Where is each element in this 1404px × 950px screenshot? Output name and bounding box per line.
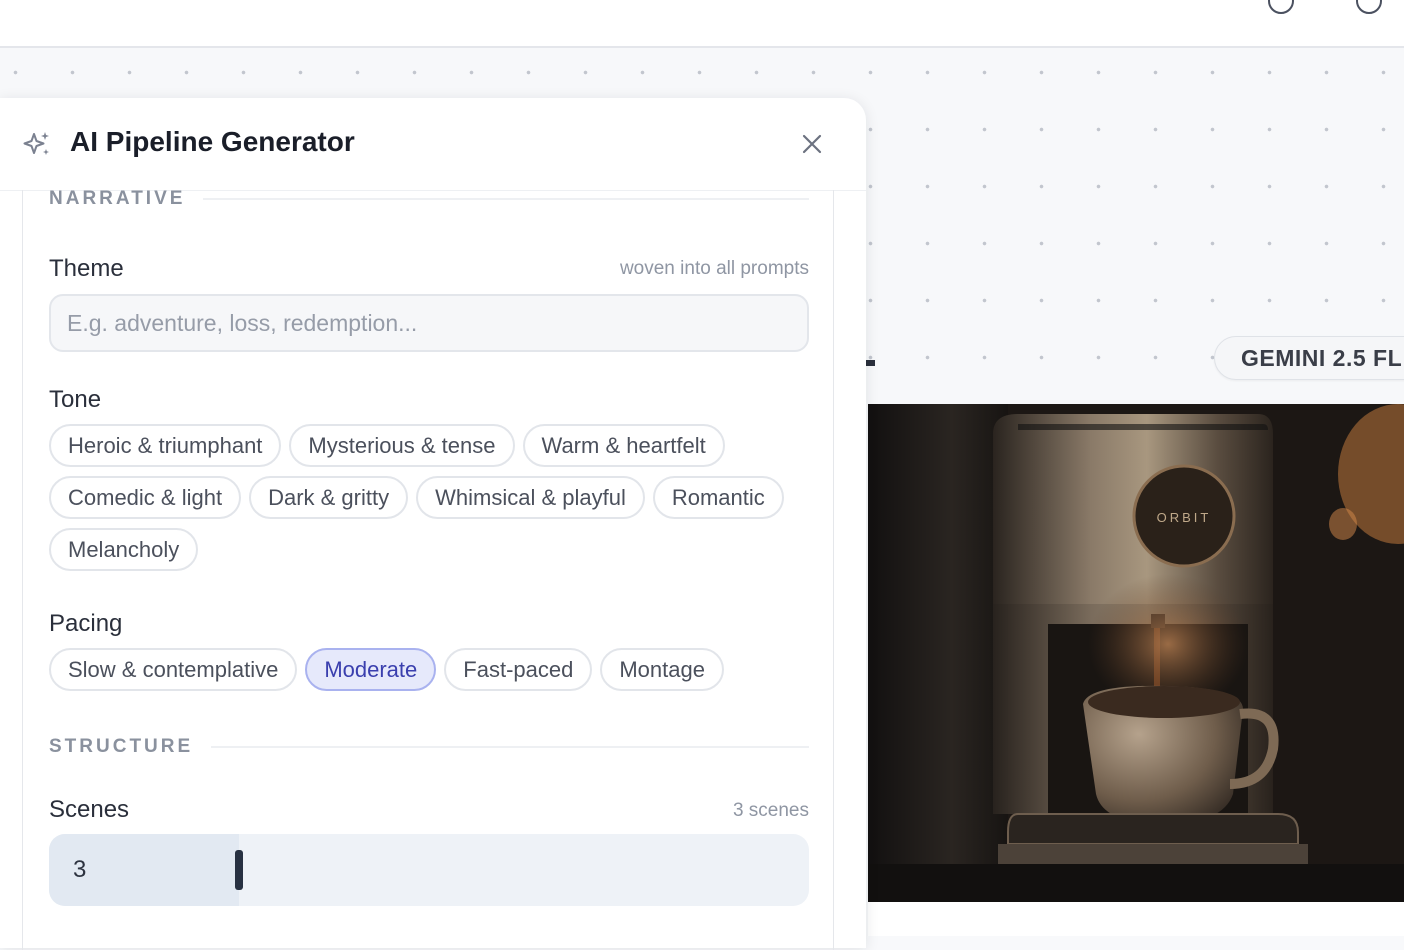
pacing-chip[interactable]: Slow & contemplative bbox=[49, 648, 298, 691]
slider-handle[interactable] bbox=[235, 850, 243, 890]
scenes-hint: 3 scenes bbox=[732, 800, 809, 821]
tone-chip[interactable]: Romantic bbox=[652, 476, 784, 519]
tone-chip[interactable]: Whimsical & playful bbox=[416, 476, 645, 519]
panel-title: AI Pipeline Generator bbox=[70, 126, 355, 157]
pacing-chip[interactable]: Montage bbox=[600, 648, 724, 691]
divider bbox=[211, 746, 809, 748]
section-label: NARRATIVE bbox=[49, 188, 186, 209]
close-icon[interactable] bbox=[798, 130, 826, 158]
coffee-machine-photo: ORBIT bbox=[868, 404, 1404, 902]
panel-content[interactable]: NARRATIVE Theme woven into all prompts T… bbox=[22, 188, 834, 950]
tone-chip[interactable]: Comedic & light bbox=[49, 476, 242, 519]
top-bar bbox=[0, 0, 1404, 48]
node-connector bbox=[866, 360, 875, 366]
sparkle-icon bbox=[23, 132, 49, 155]
theme-label: Theme bbox=[49, 255, 124, 282]
settings-icon[interactable] bbox=[1356, 0, 1382, 14]
brand-text: ORBIT bbox=[1157, 510, 1212, 525]
pacing-options: Slow & contemplative Moderate Fast-paced Mo… bbox=[49, 648, 789, 691]
scenes-label: Scenes bbox=[49, 796, 130, 823]
scenes-slider[interactable]: 3 bbox=[49, 834, 809, 906]
tone-label: Tone bbox=[49, 386, 102, 413]
section-label: STRUCTURE bbox=[49, 736, 194, 757]
tone-chip[interactable]: Dark & gritty bbox=[249, 476, 409, 519]
pacing-label: Pacing bbox=[49, 610, 123, 637]
image-preview-node[interactable]: ORBIT bbox=[868, 404, 1404, 936]
section-narrative: NARRATIVE bbox=[49, 188, 809, 210]
pacing-chip[interactable]: Moderate bbox=[305, 648, 437, 691]
tone-chip[interactable]: Melancholy bbox=[49, 528, 199, 571]
theme-hint: woven into all prompts bbox=[619, 258, 809, 279]
divider bbox=[203, 198, 809, 200]
pacing-chip[interactable]: Fast-paced bbox=[444, 648, 593, 691]
model-badge[interactable]: GEMINI 2.5 FL bbox=[1214, 336, 1404, 380]
theme-input[interactable] bbox=[49, 294, 809, 352]
slider-value: 3 bbox=[73, 856, 87, 883]
help-icon[interactable] bbox=[1268, 0, 1294, 14]
tone-options: Heroic & triumphant Mysterious & tense War… bbox=[49, 424, 789, 571]
ai-pipeline-generator-panel: AI Pipeline Generator NARRATIVE Theme wo… bbox=[0, 98, 866, 950]
tone-chip[interactable]: Mysterious & tense bbox=[289, 424, 515, 467]
panel-header: AI Pipeline Generator bbox=[0, 98, 866, 191]
tone-chip[interactable]: Heroic & triumphant bbox=[49, 424, 282, 467]
section-structure: STRUCTURE bbox=[49, 736, 809, 758]
tone-chip[interactable]: Warm & heartfelt bbox=[522, 424, 725, 467]
